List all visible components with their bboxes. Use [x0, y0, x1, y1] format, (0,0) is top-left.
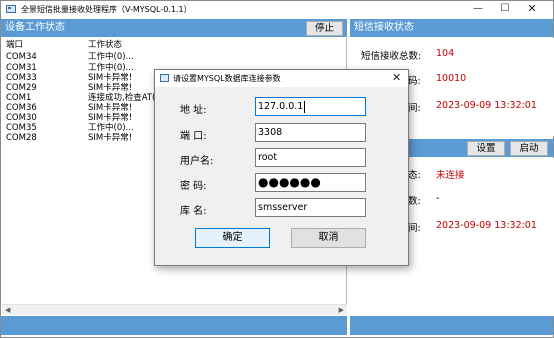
database-value: smsserver [258, 202, 308, 213]
sms-status-title: 短信接收状态 [354, 22, 414, 33]
scroll-right-icon[interactable]: ▶ [339, 306, 344, 314]
status-cell: 工作中(0)... [88, 123, 134, 133]
status-cell: SIM卡异常! [88, 103, 133, 113]
status-cell: 连接成功,检查AT( [88, 93, 156, 103]
title-bar: 全景短信批量接收处理程序（V-MYSQL-0.1.1） — ☐ ✕ [1, 1, 553, 18]
status-cell: SIM卡异常! [88, 73, 133, 83]
dialog-app-icon [160, 74, 169, 82]
ok-button[interactable]: 确定 [195, 228, 270, 248]
dialog-title: 请设置MYSQL数据库连接参数 [173, 74, 281, 83]
password-label: 密 码: [180, 181, 207, 192]
device-status-title: 设备工作状态 [5, 22, 65, 33]
column-status: 工作状态 [88, 40, 123, 50]
port-cell: COM1 [6, 93, 32, 103]
status-cell: 工作中(0)... [88, 52, 134, 62]
stop-button[interactable]: 停止 [306, 21, 343, 36]
dialog-title-bar: 请设置MYSQL数据库连接参数 ✕ [155, 70, 408, 87]
count-value: - [436, 193, 440, 204]
right-status-bar [350, 316, 553, 335]
number-label: 码: [408, 76, 421, 87]
database-label: 库 名: [180, 206, 207, 217]
scroll-left-icon[interactable]: ◀ [5, 306, 10, 314]
connection-state-value: 未连接 [436, 170, 465, 181]
port-cell: COM33 [6, 73, 37, 83]
status-cell: SIM卡异常! [88, 83, 133, 93]
dialog-close-icon[interactable]: ✕ [392, 71, 401, 84]
start-button[interactable]: 启动 [510, 141, 548, 156]
horizontal-scrollbar[interactable]: ◀ ▶ [2, 304, 347, 315]
username-input[interactable]: root [255, 148, 366, 167]
sms-status-header: 短信接收状态 [350, 19, 553, 37]
maximize-icon[interactable]: ☐ [492, 1, 518, 18]
port-cell: COM34 [6, 52, 37, 62]
status-cell: SIM卡异常! [88, 113, 133, 123]
port-input[interactable]: 3308 [255, 123, 366, 142]
port-cell: COM35 [6, 123, 37, 133]
received-total-value: 104 [436, 48, 455, 59]
port-cell: COM31 [6, 63, 37, 73]
number-value: 10010 [436, 73, 467, 84]
username-value: root [258, 152, 278, 163]
address-label: 地 址: [180, 105, 207, 116]
port-label: 端 口: [180, 131, 207, 142]
left-status-bar [1, 316, 347, 335]
port-cell: COM29 [6, 83, 37, 93]
status-cell: 工作中(0)... [88, 63, 134, 73]
cancel-button[interactable]: 取消 [291, 228, 366, 248]
address-value: 127.0.0.1 [258, 101, 304, 112]
connection-time-label: 间: [408, 223, 421, 234]
count-label: 数: [408, 196, 421, 207]
close-icon[interactable]: ✕ [519, 1, 545, 18]
time-value: 2023-09-09 13:32:01 [436, 100, 537, 111]
received-total-label: 短信接收总数: [361, 51, 422, 62]
password-value: ●●●●●● [258, 175, 321, 189]
port-cell: COM36 [6, 103, 37, 113]
port-cell: COM28 [6, 133, 37, 143]
database-input[interactable]: smsserver [255, 198, 366, 217]
username-label: 用户名: [180, 156, 214, 167]
status-cell: SIM卡异常! [88, 133, 133, 143]
time-label: 间: [408, 103, 421, 114]
port-cell: COM30 [6, 113, 37, 123]
text-caret [304, 100, 306, 113]
minimize-icon[interactable]: — [465, 1, 491, 18]
connection-state-label: 态: [408, 170, 421, 181]
address-input[interactable]: 127.0.0.1 [255, 97, 366, 116]
connection-time-value: 2023-09-09 13:32:01 [436, 220, 537, 231]
port-value: 3308 [258, 127, 283, 138]
app-icon [6, 5, 16, 13]
window-title: 全景短信批量接收处理程序（V-MYSQL-0.1.1） [21, 5, 192, 14]
device-status-header: 设备工作状态 [1, 19, 347, 37]
password-input[interactable]: ●●●●●● [255, 173, 366, 192]
column-port: 端口 [6, 40, 24, 50]
mysql-settings-dialog: 请设置MYSQL数据库连接参数 ✕ 地 址: 127.0.0.1 端 口: 33… [154, 69, 409, 266]
settings-button[interactable]: 设置 [467, 141, 505, 156]
